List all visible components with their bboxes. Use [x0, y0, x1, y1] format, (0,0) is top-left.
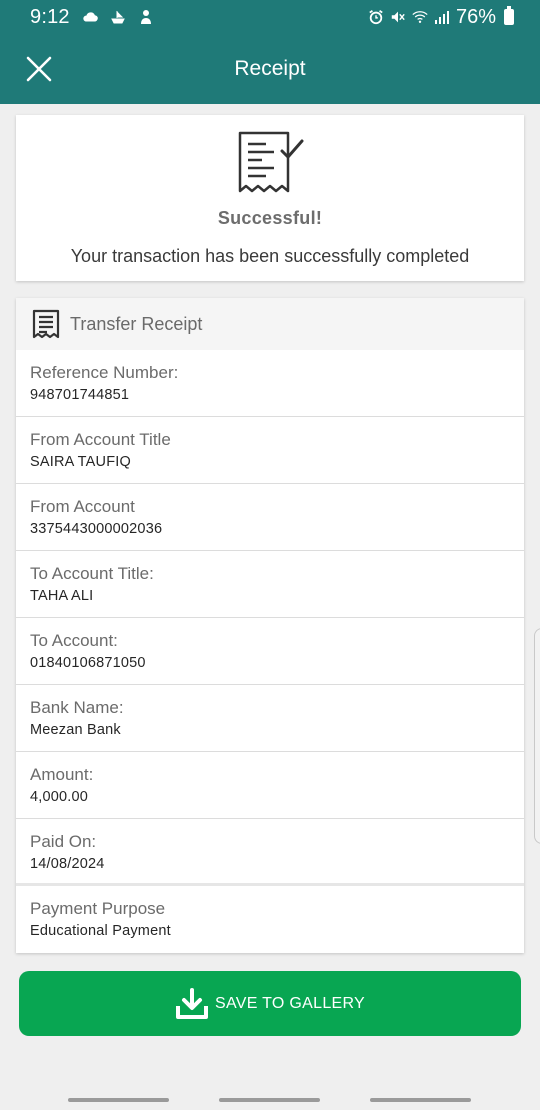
download-icon — [175, 987, 208, 1019]
receipt-card: Transfer Receipt Reference Number: 94870… — [16, 298, 524, 953]
detail-row-from-account-title: From Account Title SAIRA TAUFIQ — [16, 417, 524, 484]
status-time: 9:12 — [30, 5, 70, 28]
detail-label: Amount: — [30, 765, 94, 784]
boat-icon — [110, 9, 126, 25]
success-card: Successful! Your transaction has been su… — [16, 115, 524, 281]
detail-label: Reference Number: — [30, 363, 179, 382]
status-bar: 9:12 76% — [0, 0, 540, 34]
wifi-icon — [412, 9, 428, 25]
detail-value: TAHA ALI — [30, 588, 94, 604]
receipt-header-label: Transfer Receipt — [70, 313, 203, 334]
detail-row-to-account-title: To Account Title: TAHA ALI — [16, 551, 524, 618]
detail-row-to-account: To Account: 01840106871050 — [16, 618, 524, 685]
detail-label: From Account — [30, 497, 135, 516]
receipt-check-icon — [238, 131, 304, 193]
detail-value: SAIRA TAUFIQ — [30, 454, 131, 470]
edge-panel-handle[interactable] — [534, 628, 540, 844]
success-title: Successful! — [217, 208, 323, 228]
battery-icon — [504, 6, 514, 25]
signal-icon — [434, 9, 450, 25]
nav-back-button[interactable] — [370, 1098, 471, 1102]
detail-value: Educational Payment — [30, 923, 171, 939]
detail-row-bank-name: Bank Name: Meezan Bank — [16, 685, 524, 752]
mute-icon — [390, 9, 406, 25]
detail-label: From Account Title — [30, 430, 171, 449]
battery-percent: 76% — [455, 5, 496, 28]
detail-row-amount: Amount: 4,000.00 — [16, 752, 524, 819]
detail-value: 948701744851 — [30, 387, 130, 403]
success-message: Your transaction has been successfully c… — [70, 246, 470, 266]
close-button[interactable] — [22, 52, 56, 86]
page-title: Receipt — [234, 57, 306, 80]
detail-value: 14/08/2024 — [30, 856, 105, 872]
notification-icon — [138, 9, 154, 25]
detail-label: To Account Title: — [30, 564, 154, 583]
close-icon — [26, 56, 52, 82]
app-bar: Receipt — [0, 34, 540, 104]
receipt-header: Transfer Receipt — [16, 298, 524, 350]
detail-value: 4,000.00 — [30, 789, 89, 805]
detail-row-payment-purpose: Payment Purpose Educational Payment — [16, 886, 524, 953]
cloud-icon — [82, 9, 98, 25]
detail-label: Payment Purpose — [30, 899, 166, 918]
detail-value: 01840106871050 — [30, 655, 146, 671]
save-button-label: SAVE TO GALLERY — [214, 994, 366, 1012]
receipt-icon — [32, 309, 60, 339]
detail-label: To Account: — [30, 631, 118, 650]
detail-label: Bank Name: — [30, 698, 124, 717]
save-to-gallery-button[interactable]: SAVE TO GALLERY — [19, 971, 521, 1036]
detail-value: Meezan Bank — [30, 722, 121, 738]
nav-home-button[interactable] — [219, 1098, 320, 1102]
detail-row-reference-number: Reference Number: 948701744851 — [16, 350, 524, 417]
detail-value: 3375443000002036 — [30, 521, 163, 537]
nav-recents-button[interactable] — [68, 1098, 169, 1102]
detail-row-from-account: From Account 3375443000002036 — [16, 484, 524, 551]
detail-row-paid-on: Paid On: 14/08/2024 — [16, 819, 524, 886]
alarm-icon — [368, 9, 384, 25]
detail-label: Paid On: — [30, 832, 97, 851]
